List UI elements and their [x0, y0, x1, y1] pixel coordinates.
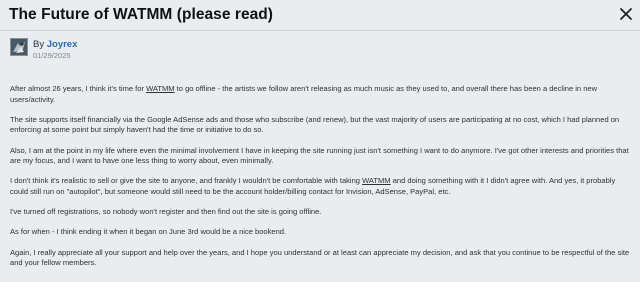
byline: By Joyrex: [33, 39, 77, 50]
modal-header: The Future of WATMM (please read): [0, 0, 640, 31]
post-paragraph: I've turned off registrations, so nobody…: [10, 207, 322, 217]
site-link[interactable]: WATMM: [362, 176, 391, 185]
close-icon[interactable]: [619, 7, 633, 21]
post-paragraph: I don't think it's realistic to sell or …: [10, 176, 632, 197]
post-paragraph: Also, I am at the point in my life where…: [10, 145, 629, 166]
avatar-image: [11, 39, 27, 55]
site-link[interactable]: WATMM: [146, 84, 175, 93]
post-paragraph: The site supports itself financially via…: [10, 114, 620, 135]
paragraph-text: After almost 26 years, I think it's time…: [10, 84, 147, 93]
post-modal: The Future of WATMM (please read) By Joy…: [0, 0, 640, 282]
author-link[interactable]: Joyrex: [47, 39, 78, 50]
post-paragraph: As for when - I think ending it when it …: [10, 227, 287, 237]
post-date: 01/29/2025: [33, 51, 71, 60]
paragraph-text: I don't think it's realistic to sell or …: [10, 176, 363, 186]
avatar[interactable]: [10, 38, 28, 56]
post-paragraph: After almost 26 years, I think it's time…: [10, 84, 632, 105]
post-paragraph: Again, I really appreciate all your supp…: [10, 247, 630, 268]
post-title: The Future of WATMM (please read): [9, 6, 274, 23]
by-label: By: [33, 39, 45, 50]
post-body: After almost 26 years, I think it's time…: [10, 84, 632, 278]
